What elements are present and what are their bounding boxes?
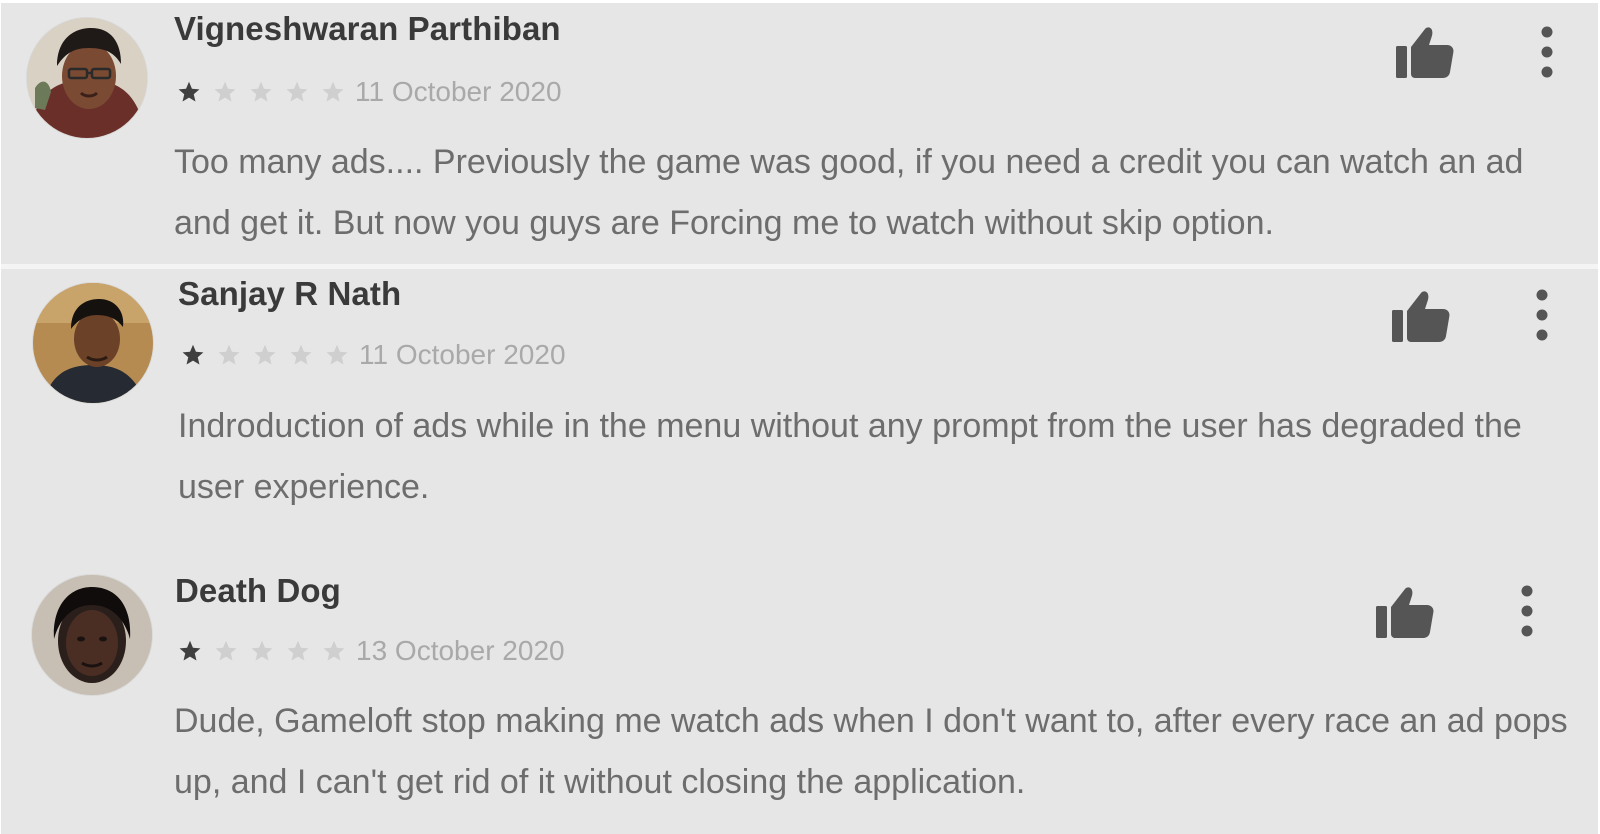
review-date: 11 October 2020 [359, 339, 566, 370]
avatar-photo [32, 575, 152, 695]
review-date: 13 October 2020 [356, 635, 565, 666]
review-card: Death Dog 13 October 2020 Dude, Gameloft… [1, 569, 1598, 834]
more-vertical-icon[interactable] [1507, 584, 1547, 638]
avatar-photo [27, 18, 147, 138]
review-meta: 11 October 2020 [177, 76, 562, 108]
author-name: Vigneshwaran Parthiban [174, 10, 561, 47]
star-empty-icon [286, 639, 310, 663]
more-vertical-icon[interactable] [1527, 25, 1567, 79]
review-meta: 13 October 2020 [178, 635, 565, 667]
star-rating [178, 639, 346, 663]
star-empty-icon [249, 80, 273, 104]
star-filled-icon [178, 639, 202, 663]
thumbs-up-icon[interactable] [1391, 288, 1451, 344]
thumbs-up-icon[interactable] [1395, 24, 1455, 80]
user-avatar[interactable] [32, 575, 152, 695]
review-text: Indroduction of ads while in the menu wi… [178, 407, 1522, 506]
star-empty-icon [214, 639, 238, 663]
review-text: Too many ads.... Previously the game was… [174, 143, 1524, 242]
author-name: Sanjay R Nath [178, 275, 402, 312]
star-filled-icon [177, 80, 201, 104]
star-filled-icon [181, 343, 205, 367]
star-empty-icon [285, 80, 309, 104]
star-empty-icon [322, 639, 346, 663]
screenshot-frame: Vigneshwaran Parthiban 11 October 2020 T… [0, 0, 1600, 834]
avatar-photo [33, 283, 153, 403]
more-vertical-icon[interactable] [1522, 288, 1562, 342]
author-name: Death Dog [175, 572, 341, 609]
review-meta: 11 October 2020 [181, 339, 566, 371]
star-empty-icon [217, 343, 241, 367]
user-avatar[interactable] [27, 18, 147, 138]
star-empty-icon [253, 343, 277, 367]
star-rating [181, 343, 349, 367]
review-card: Sanjay R Nath 11 October 2020 Indroducti… [1, 269, 1598, 569]
review-card: Vigneshwaran Parthiban 11 October 2020 T… [1, 3, 1598, 264]
review-list: Vigneshwaran Parthiban 11 October 2020 T… [1, 3, 1598, 834]
star-empty-icon [213, 80, 237, 104]
review-date: 11 October 2020 [355, 76, 562, 107]
review-text: Dude, Gameloft stop making me watch ads … [174, 702, 1568, 801]
star-rating [177, 80, 345, 104]
star-empty-icon [325, 343, 349, 367]
star-empty-icon [250, 639, 274, 663]
user-avatar[interactable] [33, 283, 153, 403]
star-empty-icon [289, 343, 313, 367]
thumbs-up-icon[interactable] [1375, 584, 1435, 640]
star-empty-icon [321, 80, 345, 104]
